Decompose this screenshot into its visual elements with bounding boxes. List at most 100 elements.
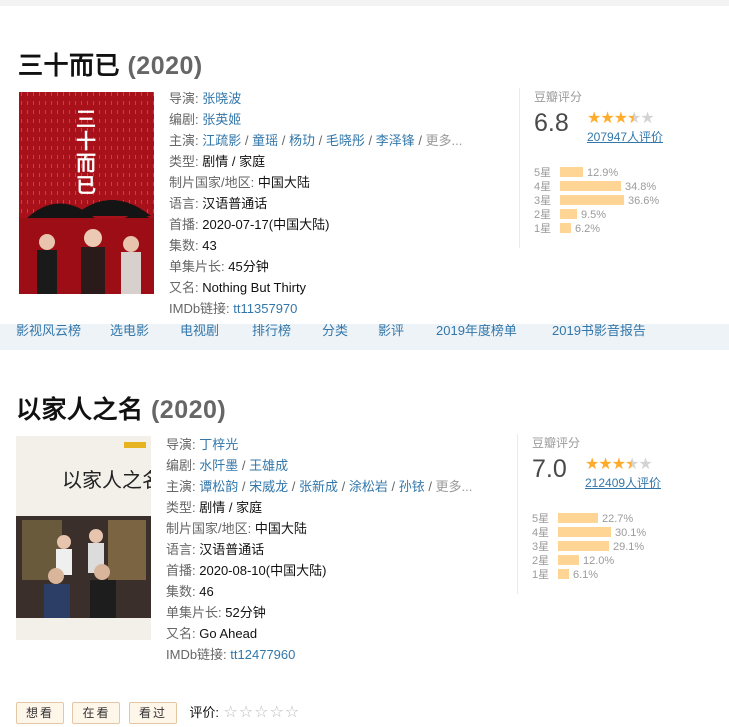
director-link[interactable]: 张晓波 [202, 91, 241, 106]
star-icon: ★ [611, 456, 626, 473]
nav-item[interactable]: 排行榜 [252, 324, 291, 339]
rating-label: 豆瓣评分 [534, 90, 583, 104]
rating-bar [558, 555, 579, 565]
nav-item[interactable]: 分类 [322, 324, 348, 339]
rating-label: 豆瓣评分 [532, 436, 581, 450]
poster-image[interactable]: 三十而已 [19, 92, 154, 294]
genre-value: 剧情 / 家庭 [202, 154, 266, 169]
show-title: 以家人之名 (2020) [16, 390, 226, 426]
info-block: 导演: 张晓波 编剧: 张英姬 主演: 江疏影 / 童瑶 / 杨玏 / 毛晓彤 … [169, 88, 462, 319]
cast-link[interactable]: 童瑶 [252, 133, 278, 148]
rating-bar-row: 3星 29.1% [532, 541, 645, 553]
star-icon: ★ [587, 110, 601, 127]
aka-row: 又名: Go Ahead [166, 626, 258, 641]
cast-link[interactable]: 谭松韵 [199, 479, 238, 494]
writer-link[interactable]: 张英姬 [202, 112, 241, 127]
cast-link[interactable]: 宋威龙 [249, 479, 288, 494]
episodes-row: 集数: 43 [169, 238, 217, 253]
watched-button[interactable]: 看过 [128, 702, 177, 724]
cast-link[interactable]: 毛晓彤 [326, 133, 365, 148]
language-row: 语言: 汉语普通话 [169, 196, 268, 211]
cast-link[interactable]: 李泽锋 [376, 133, 415, 148]
poster-title: 以家人之名 [62, 468, 151, 492]
premiere-value: 2020-08-10(中国大陆) [199, 563, 327, 578]
votes-link[interactable]: 207947人评价 [587, 128, 663, 145]
cast-link[interactable]: 张新成 [299, 479, 338, 494]
director-link[interactable]: 丁梓光 [199, 437, 238, 452]
rating-bar [560, 223, 571, 233]
rating-bar [558, 513, 598, 523]
watching-button[interactable]: 在看 [72, 702, 121, 724]
director-row: 导演: 丁梓光 [166, 437, 239, 452]
premiere-row: 首播: 2020-07-17(中国大陆) [169, 217, 330, 232]
director-row: 导演: 张晓波 [169, 91, 242, 106]
star-icon: ★ [613, 110, 628, 127]
info-block: 导演: 丁梓光 编剧: 水阡墨 / 王雄成 主演: 谭松韵 / 宋威龙 / 张新… [166, 434, 472, 665]
rating-panel: 豆瓣评分 6.8 ★★★★★ 207947人评价 5星 12.9% 4星 34.8%… [519, 88, 684, 248]
rating-score: 6.8 [534, 109, 569, 137]
imdb-link[interactable]: tt12477960 [230, 647, 295, 662]
rating-bar-row: 3星 36.6% [534, 195, 660, 207]
rating-distribution: 5星 22.7% 4星 30.1% 3星 29.1% 2星 12.0% 1星 6.1% [532, 510, 646, 581]
star-icon: ★ [585, 456, 599, 473]
star-empty-icon: ★ [638, 456, 652, 473]
country-row: 制片国家/地区: 中国大陆 [169, 175, 310, 190]
rating-bar [560, 209, 577, 219]
rate-stars-input[interactable]: ☆☆☆☆☆ [223, 704, 300, 721]
star-icon: ★ [600, 110, 614, 127]
country-row: 制片国家/地区: 中国大陆 [166, 521, 307, 536]
episodes-value: 46 [199, 584, 214, 599]
rating-bar [560, 181, 621, 191]
episodes-row: 集数: 46 [166, 584, 214, 599]
runtime-value: 45分钟 [228, 259, 269, 274]
language-value: 汉语普通话 [199, 542, 265, 557]
star-half-icon: ★ [627, 110, 641, 127]
imdb-link[interactable]: tt11357970 [233, 301, 297, 316]
cast-link[interactable]: 杨玏 [289, 133, 315, 148]
cast-link[interactable]: 孙铱 [399, 479, 425, 494]
rating-bar-row: 5星 22.7% [532, 513, 634, 525]
rating-distribution: 5星 12.9% 4星 34.8% 3星 36.6% 2星 9.5% 1星 6.2% [534, 164, 660, 235]
nav-item[interactable]: 选电影 [110, 324, 149, 339]
rating-bar [560, 167, 583, 177]
rating-stars-icon: ★★★★★ [585, 454, 653, 474]
runtime-row: 单集片长: 45分钟 [169, 259, 269, 274]
show-title-text: 三十而已 [18, 52, 121, 80]
writer-link[interactable]: 水阡墨 [199, 458, 238, 473]
rating-score: 7.0 [532, 455, 567, 483]
imdb-row: IMDb链接: tt11357970 [169, 301, 298, 316]
aka-value: Nothing But Thirty [202, 280, 307, 295]
writer-row: 编剧: 水阡墨 / 王雄成 [166, 458, 289, 473]
nav-item[interactable]: 影评 [378, 324, 404, 339]
imdb-row: IMDb链接: tt12477960 [166, 647, 296, 662]
more-cast-link[interactable]: 更多... [426, 133, 463, 148]
rate-label: 评价: [189, 705, 220, 720]
writer-link[interactable]: 王雄成 [249, 458, 288, 473]
poster-image[interactable]: 以家人之名 [16, 436, 151, 640]
cast-link[interactable]: 涂松岩 [349, 479, 388, 494]
genre-row: 类型: 剧情 / 家庭 [166, 500, 263, 515]
votes-link[interactable]: 212409人评价 [585, 474, 661, 491]
nav-item[interactable]: 影视风云榜 [16, 324, 81, 339]
nav-item[interactable]: 2019书影音报告 [552, 324, 646, 339]
show-title: 三十而已 (2020) [18, 46, 203, 82]
runtime-row: 单集片长: 52分钟 [166, 605, 266, 620]
language-row: 语言: 汉语普通话 [166, 542, 265, 557]
episodes-value: 43 [202, 238, 217, 253]
star-empty-icon: ★ [640, 110, 654, 127]
nav-item[interactable]: 2019年度榜单 [436, 324, 517, 339]
want-to-watch-button[interactable]: 想看 [16, 702, 65, 724]
nav-item[interactable]: 电视剧 [180, 324, 219, 339]
cast-row: 主演: 江疏影 / 童瑶 / 杨玏 / 毛晓彤 / 李泽锋 / 更多... [169, 133, 463, 148]
premiere-row: 首播: 2020-08-10(中国大陆) [166, 563, 327, 578]
star-icon: ★ [598, 456, 612, 473]
country-value: 中国大陆 [257, 175, 310, 190]
rating-bar-row: 4星 34.8% [534, 181, 657, 193]
rating-bar [558, 569, 569, 579]
star-half-icon: ★ [625, 456, 639, 473]
premiere-value: 2020-07-17(中国大陆) [202, 217, 330, 232]
more-cast-link[interactable]: 更多... [436, 479, 473, 494]
cast-link[interactable]: 江疏影 [202, 133, 241, 148]
aka-row: 又名: Nothing But Thirty [169, 280, 307, 295]
genre-row: 类型: 剧情 / 家庭 [169, 154, 266, 169]
